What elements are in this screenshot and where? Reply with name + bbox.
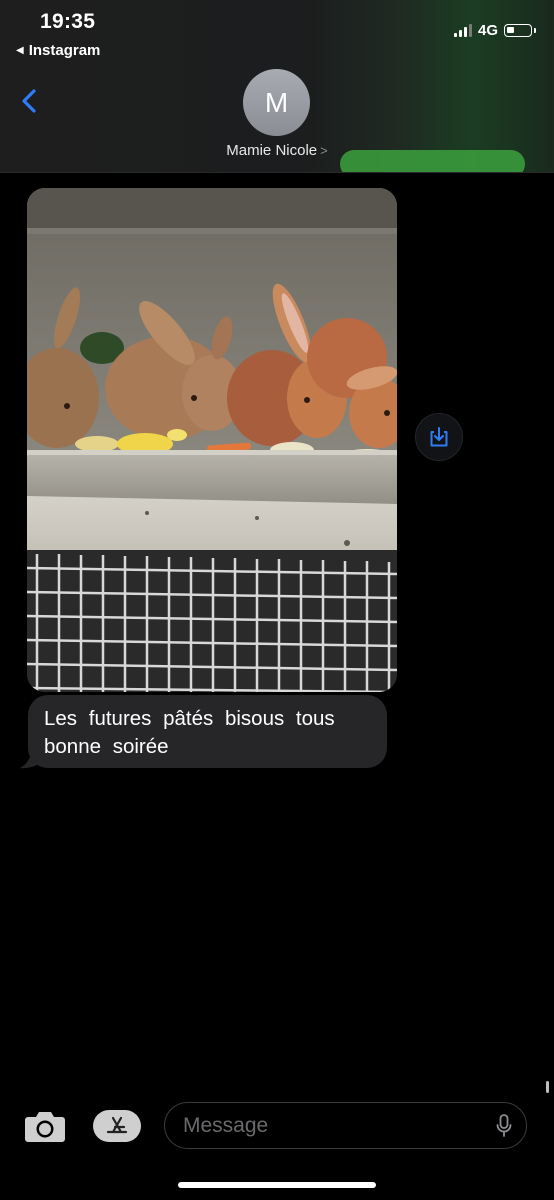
download-icon — [430, 427, 448, 447]
chevron-left-icon[interactable] — [20, 88, 38, 114]
network-type: 4G — [477, 22, 498, 39]
app-store-icon — [106, 1116, 128, 1134]
conversation-header: 19:35 ◀ Instagram 4G M Mamie Nicole > — [0, 0, 554, 173]
back-app-label: Instagram — [28, 42, 101, 59]
contact-name-label: Mamie Nicole — [226, 142, 318, 159]
home-indicator[interactable] — [178, 1182, 376, 1188]
chevron-right-icon: > — [320, 143, 328, 158]
rabbits-photo-image — [27, 188, 397, 692]
back-to-app-link[interactable]: ◀ Instagram — [16, 42, 100, 59]
status-indicators: 4G — [453, 22, 536, 39]
save-photo-button[interactable] — [415, 413, 463, 461]
status-time: 19:35 — [40, 10, 96, 33]
cellular-signal-icon — [453, 24, 472, 37]
received-message-bubble[interactable]: Les futures pâtés bisous tous bonne soir… — [28, 695, 387, 768]
battery-icon — [504, 24, 536, 37]
message-input[interactable] — [181, 1103, 485, 1149]
message-text: Les futures pâtés bisous tous bonne soir… — [44, 707, 335, 758]
avatar-initial: M — [264, 86, 289, 118]
scroll-indicator[interactable] — [546, 1081, 549, 1093]
message-input-field[interactable] — [164, 1102, 527, 1149]
microphone-icon[interactable] — [496, 1114, 512, 1138]
contact-name-button[interactable]: Mamie Nicole > — [0, 142, 554, 159]
back-triangle-icon: ◀ — [16, 45, 24, 56]
camera-icon[interactable] — [24, 1109, 66, 1143]
contact-avatar[interactable]: M — [243, 69, 310, 136]
received-photo[interactable] — [27, 188, 397, 692]
app-store-button[interactable] — [93, 1110, 141, 1142]
